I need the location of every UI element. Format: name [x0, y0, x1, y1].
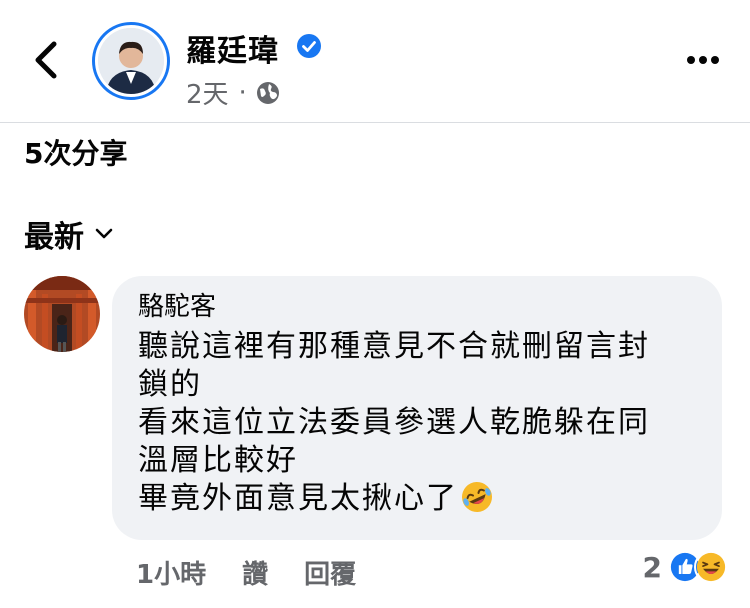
author-avatar[interactable]	[92, 22, 170, 100]
haha-reaction-icon	[694, 550, 728, 584]
comment-line: 聽說這裡有那種意見不合就刪留言封	[138, 329, 650, 364]
meta-separator: ·	[238, 77, 247, 108]
reaction-summary[interactable]: 2	[643, 550, 728, 584]
verified-badge-icon	[297, 34, 321, 58]
comment-line: 畢竟外面意見太揪心了	[138, 481, 458, 516]
commenter-name[interactable]: 駱駝客	[138, 290, 696, 324]
back-chevron-icon[interactable]	[28, 40, 64, 80]
post-meta: 2天 ·	[186, 74, 281, 111]
like-button[interactable]: 讚	[242, 554, 268, 591]
share-count[interactable]: 5次分享	[24, 132, 127, 172]
comment-line: 溫層比較好	[138, 443, 298, 478]
author-photo	[98, 28, 164, 94]
chevron-down-icon	[95, 228, 113, 239]
reaction-count: 2	[642, 550, 662, 584]
comment-time[interactable]: 1小時	[136, 554, 206, 591]
post-header: 羅廷瑋 2天 ·	[0, 0, 750, 122]
post-time[interactable]: 2天	[186, 74, 229, 111]
comment-text: 聽說這裡有那種意見不合就刪留言封 鎖的 看來這位立法委員參選人乾脆躲在同 溫層比…	[138, 328, 696, 518]
rolling-laughing-emoji-icon	[462, 482, 492, 512]
comment-bubble: 駱駝客 聽說這裡有那種意見不合就刪留言封 鎖的 看來這位立法委員參選人乾脆躲在同…	[112, 276, 722, 540]
header-divider	[0, 122, 750, 123]
commenter-avatar[interactable]	[24, 276, 100, 352]
author-name[interactable]: 羅廷瑋	[186, 26, 279, 70]
comment-line: 鎖的	[138, 367, 202, 402]
reply-button[interactable]: 回覆	[304, 554, 356, 591]
sort-label: 最新	[24, 220, 84, 255]
globe-icon	[256, 81, 279, 104]
comment-sort-dropdown[interactable]: 最新	[24, 212, 114, 256]
comment-actions: 1小時 讚 回覆	[136, 554, 356, 591]
comment-line: 看來這位立法委員參選人乾脆躲在同	[138, 405, 650, 440]
more-dots-icon[interactable]	[686, 54, 720, 66]
comment-line-last: 畢竟外面意見太揪心了	[138, 480, 696, 518]
